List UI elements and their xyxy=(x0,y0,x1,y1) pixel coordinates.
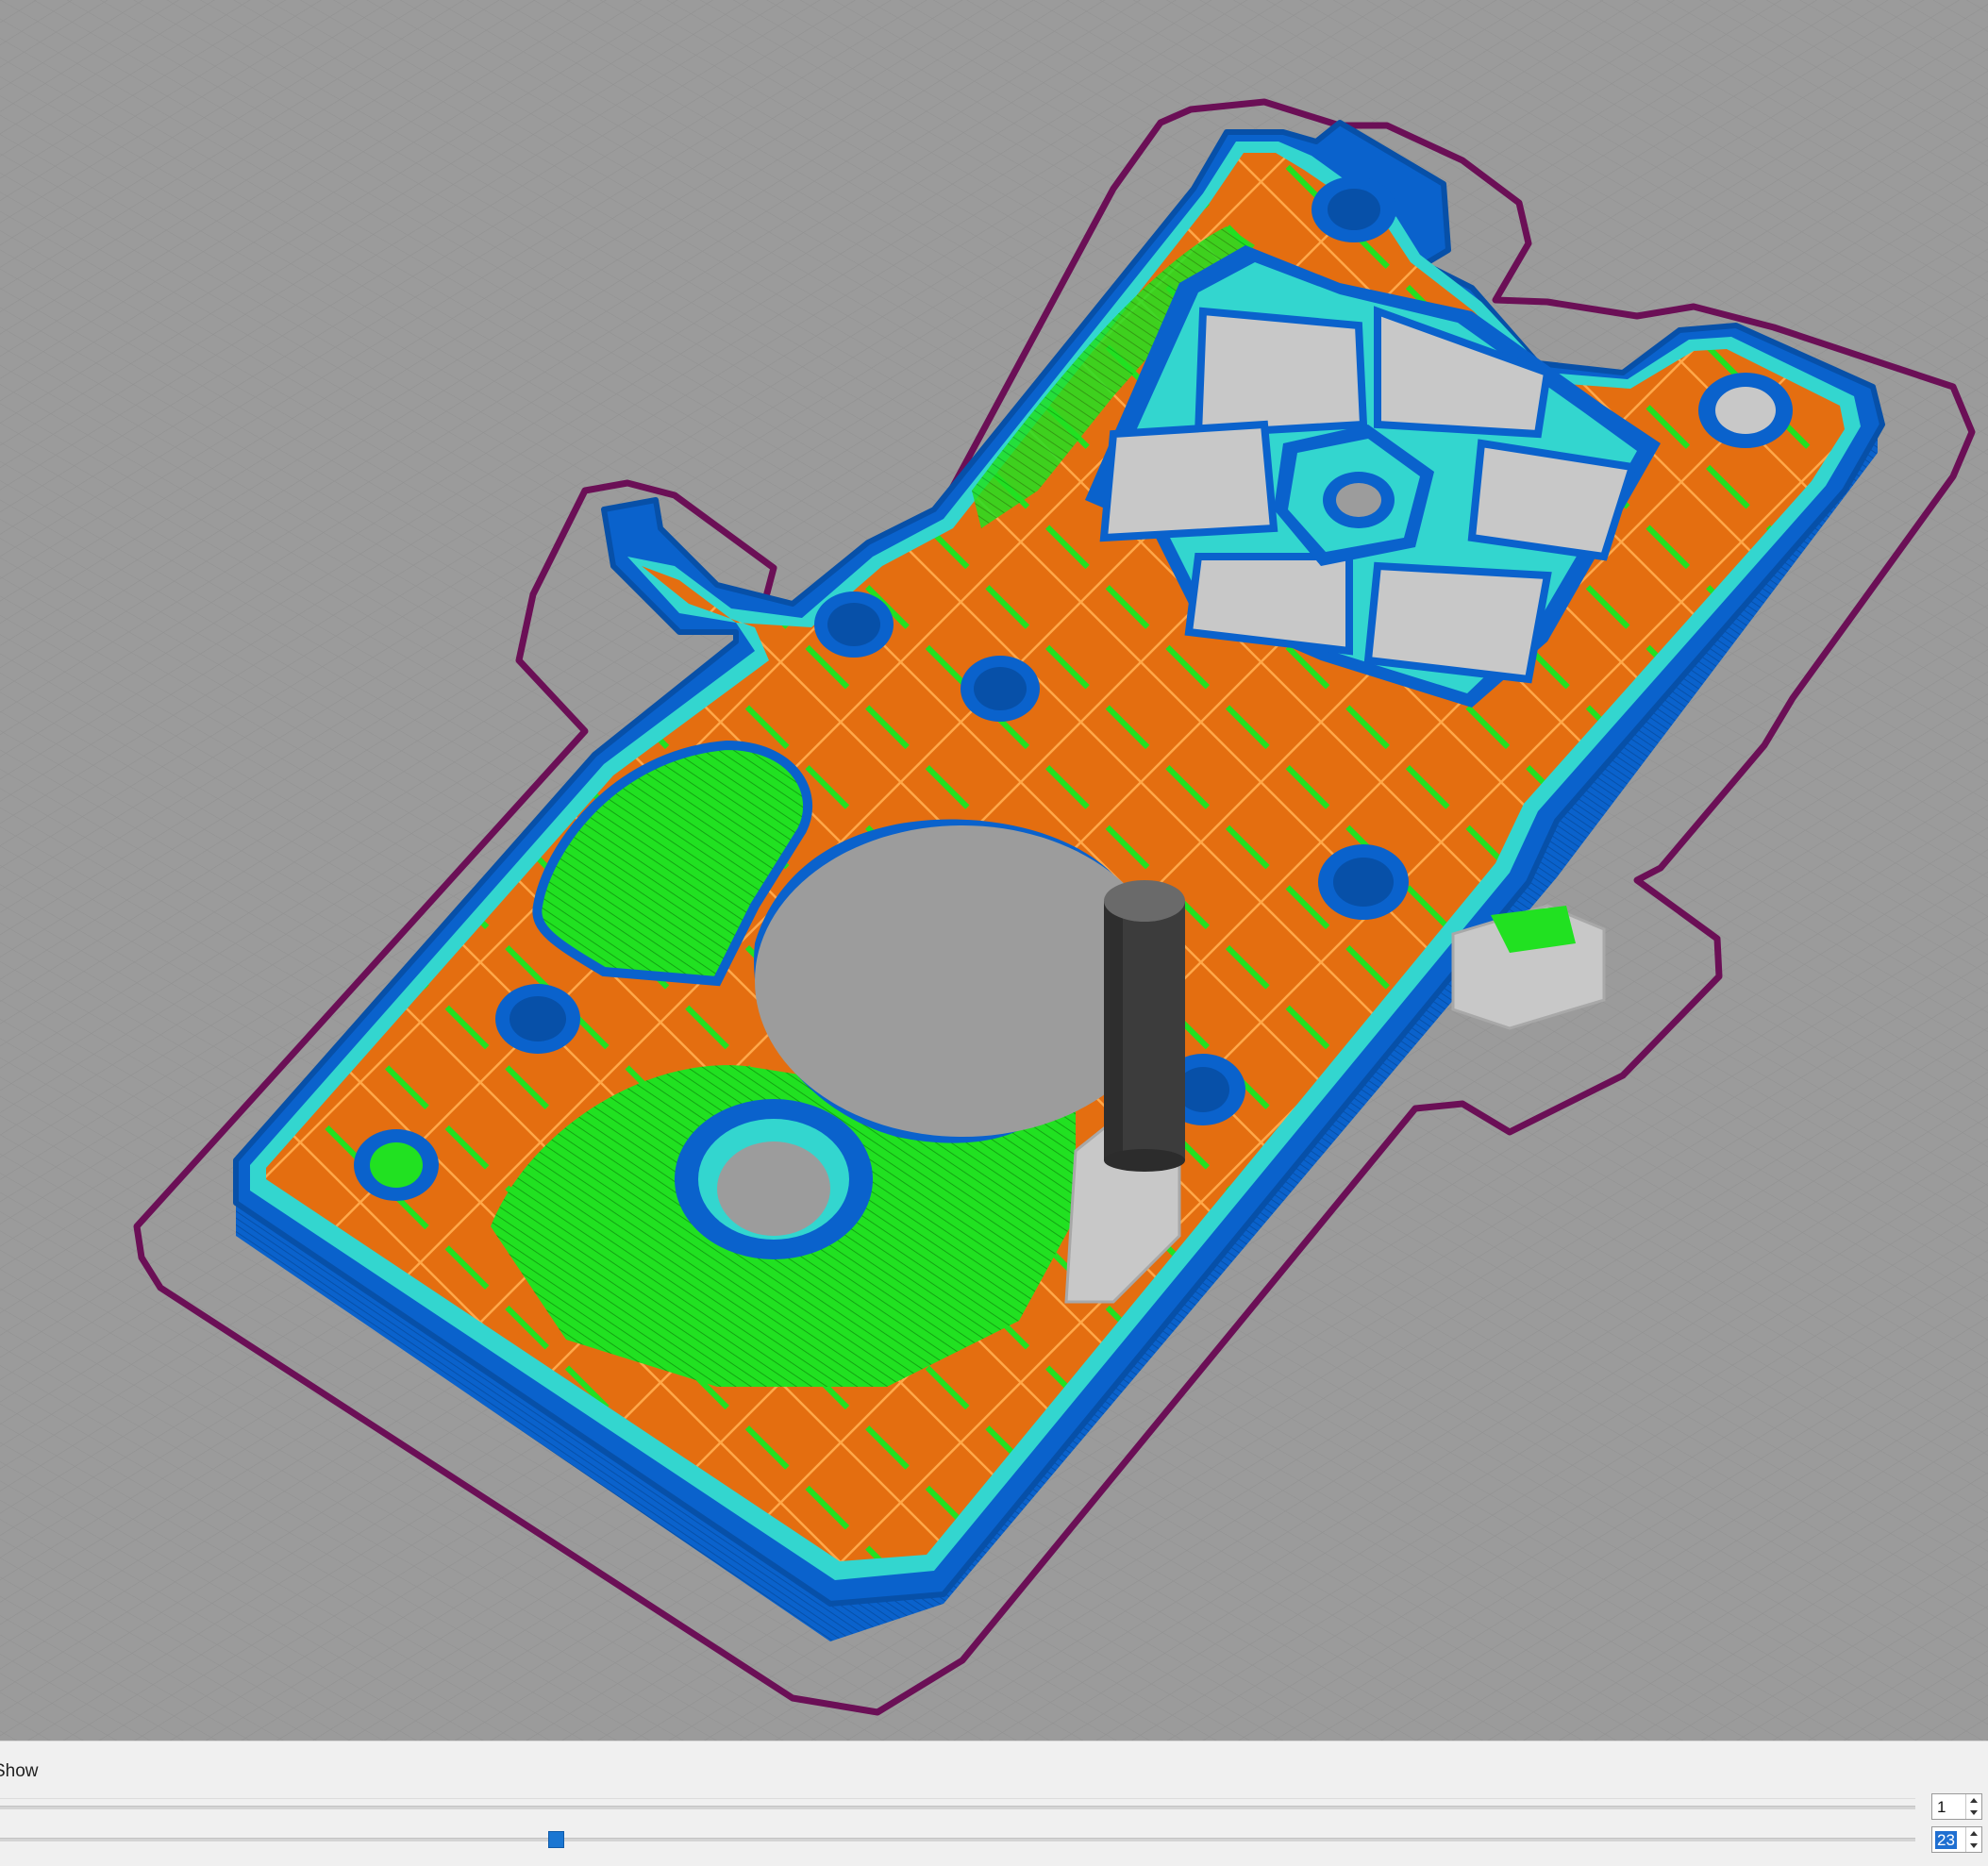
layer-slider-panel: Show 1 23 xyxy=(0,1741,1988,1866)
max-layer-slider-handle[interactable] xyxy=(548,1831,564,1848)
max-layer-slider[interactable] xyxy=(0,1838,1915,1841)
3d-preview-viewport[interactable] xyxy=(0,0,1988,1741)
min-layer-spin-arrows[interactable] xyxy=(1965,1794,1981,1819)
spin-down-arrow-icon[interactable] xyxy=(1970,1810,1978,1815)
max-layer-spinbox[interactable]: 23 xyxy=(1931,1826,1982,1853)
spin-down-arrow-icon[interactable] xyxy=(1970,1843,1978,1848)
max-layer-spin-arrows[interactable] xyxy=(1965,1827,1981,1852)
panel-divider xyxy=(0,1798,1915,1799)
nozzle-indicator xyxy=(1104,880,1185,1172)
max-layer-value[interactable]: 23 xyxy=(1935,1831,1957,1849)
min-layer-value[interactable]: 1 xyxy=(1935,1798,1947,1816)
spin-up-arrow-icon[interactable] xyxy=(1970,1798,1978,1803)
spin-up-arrow-icon[interactable] xyxy=(1970,1831,1978,1836)
print-preview-canvas[interactable] xyxy=(0,0,1988,1741)
show-label: Show xyxy=(0,1761,39,1781)
min-layer-spinbox[interactable]: 1 xyxy=(1931,1793,1982,1820)
min-layer-slider[interactable] xyxy=(0,1806,1915,1809)
